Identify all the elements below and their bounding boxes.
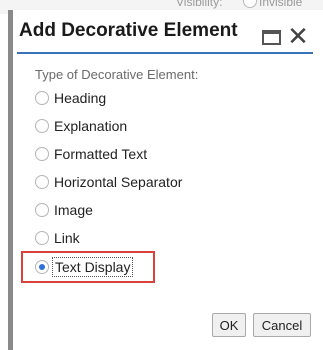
radio-option-link[interactable]: Link — [35, 230, 80, 246]
radio-option-formatted-text[interactable]: Formatted Text — [35, 146, 147, 162]
background-field-label: Visibility: — [176, 0, 223, 9]
radio-option-horizontal-separator[interactable]: Horizontal Separator — [35, 174, 182, 190]
option-label: Heading — [54, 90, 107, 106]
close-icon[interactable]: ✕ — [287, 23, 309, 49]
background-radio — [243, 0, 257, 8]
radio-button[interactable] — [35, 203, 49, 217]
section-label: Type of Decorative Element: — [35, 67, 199, 82]
option-label: Explanation — [54, 118, 128, 134]
dialog-title: Add Decorative Element — [19, 20, 238, 41]
radio-option-image[interactable]: Image — [35, 202, 93, 218]
radio-button[interactable] — [35, 91, 49, 105]
option-label: Link — [54, 230, 80, 246]
radio-button[interactable] — [35, 147, 49, 161]
radio-button[interactable] — [35, 231, 49, 245]
radio-option-heading[interactable]: Heading — [35, 90, 106, 106]
cancel-button[interactable]: Cancel — [253, 313, 311, 337]
maximize-icon[interactable] — [262, 30, 281, 45]
ok-button[interactable]: OK — [212, 313, 246, 337]
background-radio-label: Invisible — [259, 0, 303, 9]
radio-button[interactable] — [35, 119, 49, 133]
highlight-annotation — [21, 251, 155, 283]
option-label: Horizontal Separator — [54, 174, 183, 190]
title-divider — [17, 52, 313, 54]
option-label: Image — [54, 202, 93, 218]
radio-option-explanation[interactable]: Explanation — [35, 118, 127, 134]
option-label: Formatted Text — [54, 146, 148, 162]
radio-button[interactable] — [35, 175, 49, 189]
